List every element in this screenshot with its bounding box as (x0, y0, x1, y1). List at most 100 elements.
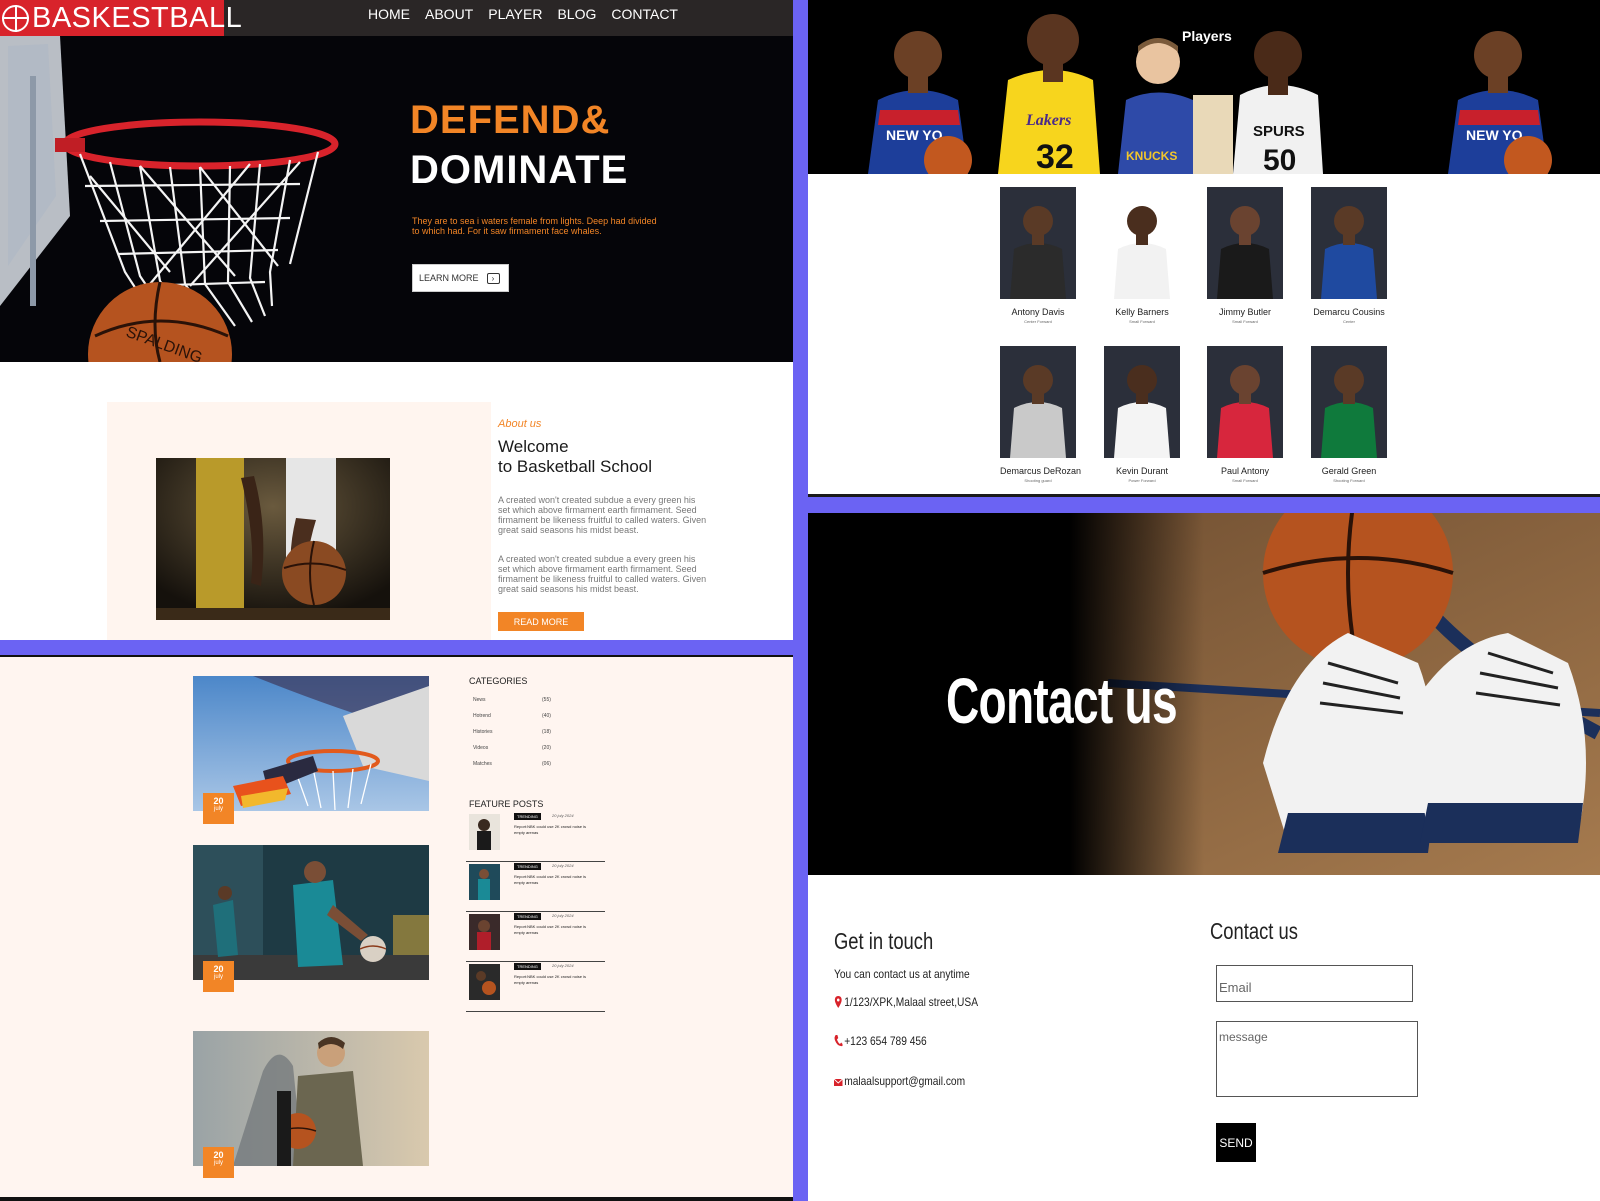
player-photo (1207, 187, 1283, 299)
player-name: Paul Antony (1220, 466, 1270, 476)
player-role: Small Forward (1129, 319, 1155, 324)
player-card[interactable]: Paul Antony Small Forward (1207, 346, 1283, 483)
players-grid (808, 174, 1600, 495)
player-card[interactable]: Kelly Barners Small Forward (1104, 187, 1180, 324)
category-item-videos[interactable]: Videos (20) (473, 745, 553, 751)
basketball-hoop-image: SPALDING (0, 36, 360, 362)
category-item-news[interactable]: News (55) (473, 697, 553, 703)
player-photo (1207, 346, 1283, 458)
nav-player[interactable]: PLAYER (488, 6, 542, 22)
hero-title-line2: DOMINATE (410, 148, 629, 192)
arrow-right-icon: › (486, 272, 500, 284)
feature-post-date: 20 july 2024 (552, 963, 574, 968)
nav-home[interactable]: HOME (368, 6, 410, 22)
player-photo (1311, 346, 1387, 458)
blog-card-image-2[interactable] (193, 845, 429, 980)
main-nav: HOME ABOUT PLAYER BLOG CONTACT (368, 6, 678, 22)
feature-post-title: Report:NBK could use 2K crowd noise is e… (514, 974, 587, 985)
feature-post-4[interactable]: TRENDING 20 july 2024 Report:NBK could u… (466, 962, 605, 1012)
feature-post-thumbnail (469, 864, 500, 900)
blog-card-image-3[interactable] (193, 1031, 429, 1166)
read-more-button[interactable]: READ MORE (498, 612, 584, 631)
get-in-touch-subtitle: You can contact us at anytime (834, 967, 970, 981)
player-card[interactable]: Jimmy Butler Small Forward (1207, 187, 1283, 324)
category-name: Histories (473, 729, 493, 735)
feature-post-2[interactable]: TRENDING 20 july 2024 Report:NBK could u… (466, 862, 605, 912)
date-month: july (213, 974, 223, 980)
hero-title-line1: DEFEND& (410, 98, 611, 142)
nav-about[interactable]: ABOUT (425, 6, 473, 22)
send-button[interactable]: SEND (1216, 1123, 1256, 1162)
player-photo (1000, 187, 1076, 299)
email-input[interactable]: Email (1216, 965, 1413, 1002)
category-name: Hotrend (473, 713, 491, 719)
learn-more-label: LEARN MORE (419, 273, 479, 283)
player-card[interactable]: Kevin Durant Power Forward (1104, 346, 1180, 483)
player-name: Jimmy Butler (1218, 307, 1271, 317)
feature-post-date: 20 july 2024 (552, 813, 574, 818)
player-card[interactable]: Demarcu Cousins Center (1311, 187, 1387, 324)
about-basketball-image (156, 458, 390, 620)
top-navbar: BASKESTBALL HOME ABOUT PLAYER BLOG CONTA… (0, 0, 793, 36)
date-badge-3: 20 july (203, 1147, 234, 1178)
site-logo[interactable]: BASKESTBALL (0, 0, 242, 36)
feature-post-title: Report:NBK could use 2K crowd noise is e… (514, 924, 587, 935)
feature-post-title: Report:NBK could use 2K crowd noise is e… (514, 824, 587, 835)
feature-post-date: 20 july 2024 (552, 863, 574, 868)
blog-card-image-1[interactable] (193, 676, 429, 811)
player-card[interactable]: Gerald Green Shooting Forward (1311, 346, 1387, 483)
about-subtitle: About us (498, 418, 542, 430)
feature-post-1[interactable]: TRENDING 20 july 2024 Report:NBK could u… (466, 812, 605, 862)
get-in-touch-title: Get in touch (834, 928, 934, 954)
message-textarea[interactable]: message (1216, 1021, 1418, 1097)
about-title: Welcome to Basketball School (498, 437, 652, 477)
location-pin-icon (834, 996, 842, 1008)
learn-more-button[interactable]: LEARN MORE › (412, 264, 509, 292)
players-bottom-divider (808, 494, 1600, 497)
players-heading: Players (1182, 28, 1232, 44)
contact-hero-title: Contact us (946, 665, 1178, 737)
player-role: Shooting guard (1024, 478, 1052, 483)
category-item-histories[interactable]: Histories (18) (473, 729, 553, 735)
feature-post-3[interactable]: TRENDING 20 july 2024 Report:NBK could u… (466, 912, 605, 962)
contact-section (808, 875, 1600, 1201)
category-item-matches[interactable]: Matches (06) (473, 761, 553, 767)
about-paragraph-1: A created won't created subdue a every g… (498, 495, 707, 535)
player-name: Antony Davis (1011, 307, 1065, 317)
nav-blog[interactable]: BLOG (557, 6, 596, 22)
category-count: (06) (542, 761, 551, 767)
player-name: Kevin Durant (1115, 466, 1169, 476)
date-day: 20 (213, 964, 224, 974)
email-text[interactable]: malaalsupport@gmail.com (844, 1074, 965, 1088)
date-month: july (213, 1160, 223, 1166)
address-text: 1/123/XPK,Malaal street,USA (844, 995, 979, 1009)
feature-posts-title: FEATURE POSTS (469, 799, 544, 809)
hero-description: They are to sea i waters female from lig… (412, 216, 657, 236)
nav-contact[interactable]: CONTACT (611, 6, 678, 22)
svg-text:KNUCKS: KNUCKS (1126, 149, 1177, 163)
category-count: (20) (542, 745, 551, 751)
player-name: Demarcu Cousins (1313, 307, 1385, 317)
player-name: Demarcus DeRozan (1000, 466, 1082, 476)
date-badge-1: 20 july (203, 793, 234, 824)
player-photo (1311, 187, 1387, 299)
player-role: Small Forward (1232, 319, 1258, 324)
player-card[interactable]: Antony Davis Center Forward (1000, 187, 1076, 324)
basketball-logo-icon (2, 4, 29, 32)
category-item-hotrend[interactable]: Hotrend (40) (473, 713, 553, 719)
svg-text:SPURS: SPURS (1253, 123, 1305, 140)
category-count: (55) (542, 697, 551, 703)
player-card[interactable]: Demarcus DeRozan Shooting guard (1000, 346, 1082, 483)
player-photo (1104, 346, 1180, 458)
date-day: 20 (213, 796, 224, 806)
feature-post-thumbnail (469, 814, 500, 850)
date-badge-2: 20 july (203, 961, 234, 992)
feature-post-title: Report:NBK could use 2K crowd noise is e… (514, 874, 587, 885)
player-role: Center (1342, 319, 1355, 324)
about-title-line1: Welcome (498, 437, 569, 456)
category-count: (40) (542, 713, 551, 719)
phone-icon (834, 1035, 843, 1047)
trending-tag: TRENDING (514, 813, 541, 820)
svg-text:50: 50 (1263, 144, 1296, 174)
trending-tag: TRENDING (514, 963, 541, 970)
